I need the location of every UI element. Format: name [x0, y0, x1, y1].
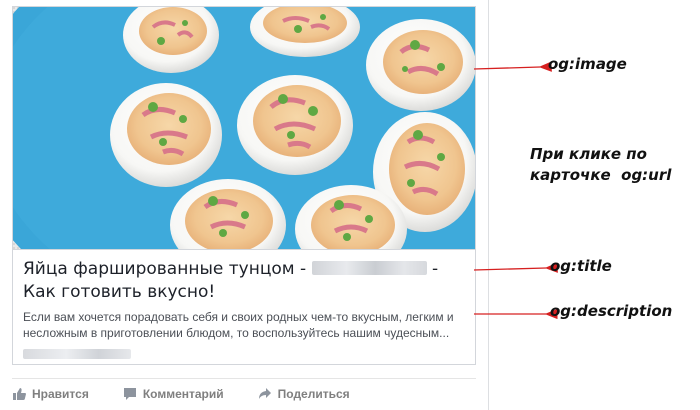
label-click-line1: При клике по — [530, 145, 647, 163]
blurred-site-name — [311, 261, 427, 275]
share-arrow-icon — [258, 387, 272, 401]
like-button[interactable]: Нравится — [12, 387, 89, 401]
egg-5 — [237, 75, 353, 175]
label-og-title: og:title — [550, 257, 612, 275]
thumbs-up-icon — [12, 387, 26, 401]
label-click-line2: карточке og:url — [530, 166, 672, 184]
blurred-domain — [23, 349, 131, 359]
comment-label: Комментарий — [142, 387, 224, 401]
share-label: Поделиться — [277, 387, 350, 401]
card-text-block[interactable]: Яйца фаршированные тунцом - - Как готови… — [13, 249, 475, 364]
og-image[interactable] — [13, 7, 475, 249]
comment-button[interactable]: Комментарий — [123, 387, 224, 401]
facebook-post: Яйца фаршированные тунцом - - Как готови… — [0, 0, 489, 410]
egg-3 — [366, 19, 475, 111]
og-title[interactable]: Яйца фаршированные тунцом - - Как готови… — [23, 258, 463, 304]
link-preview-card[interactable]: Яйца фаршированные тунцом - - Как готови… — [12, 6, 476, 365]
title-start: Яйца фаршированные тунцом - — [23, 259, 312, 279]
og-description: Если вам хочется порадовать себя и своих… — [23, 310, 454, 340]
speech-bubble-icon — [123, 387, 137, 401]
post-actions-bar: Нравится Комментарий Поделиться — [12, 378, 476, 409]
egg-4 — [110, 83, 222, 187]
eggs-photo — [13, 7, 475, 249]
label-og-description: og:description — [550, 302, 673, 320]
share-button[interactable]: Поделиться — [258, 387, 350, 401]
label-og-image: og:image — [548, 55, 627, 73]
like-label: Нравится — [32, 387, 89, 401]
